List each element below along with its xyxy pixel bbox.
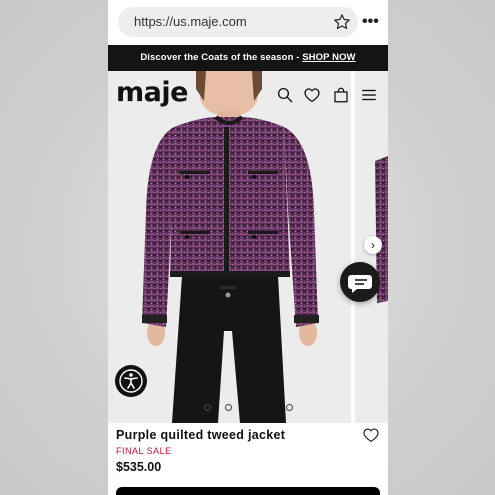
pagination-dot[interactable] — [286, 404, 293, 411]
accessibility-icon — [119, 369, 143, 393]
add-to-bag-button[interactable] — [116, 487, 380, 495]
gallery-pagination — [108, 404, 351, 414]
chat-button[interactable] — [340, 262, 380, 302]
address-bar[interactable]: https://us.maje.com — [118, 7, 358, 37]
sale-label: FINAL SALE — [116, 446, 172, 456]
product-price: $535.00 — [116, 460, 162, 474]
product-info: Purple quilted tweed jacket FINAL SALE $… — [108, 423, 388, 495]
search-icon[interactable] — [276, 86, 294, 104]
promo-banner[interactable]: Discover the Coats of the season - SHOP … — [108, 45, 388, 71]
bag-icon[interactable] — [332, 86, 350, 104]
hamburger-icon[interactable] — [360, 86, 378, 104]
chat-bubble-icon — [348, 275, 372, 293]
phone-screen: https://us.maje.com ••• Discover the Coa… — [108, 0, 388, 495]
product-gallery[interactable] — [108, 71, 388, 423]
pagination-dot[interactable] — [204, 404, 211, 411]
site-header: maje — [108, 71, 388, 119]
accessibility-button[interactable] — [115, 365, 147, 397]
chevron-right-icon[interactable]: › — [364, 236, 382, 254]
product-name: Purple quilted tweed jacket — [116, 428, 286, 442]
more-icon[interactable]: ••• — [362, 10, 379, 34]
brand-logo[interactable]: maje — [116, 77, 188, 108]
pagination-dot[interactable] — [225, 404, 232, 411]
promo-text: Discover the Coats of the season - — [140, 52, 303, 63]
wishlist-heart-icon[interactable] — [362, 426, 380, 444]
url-text: https://us.maje.com — [134, 14, 247, 29]
heart-icon[interactable] — [303, 86, 321, 104]
star-icon[interactable] — [333, 13, 351, 31]
browser-bar: https://us.maje.com ••• — [108, 0, 388, 44]
promo-link[interactable]: SHOP NOW — [302, 52, 355, 63]
